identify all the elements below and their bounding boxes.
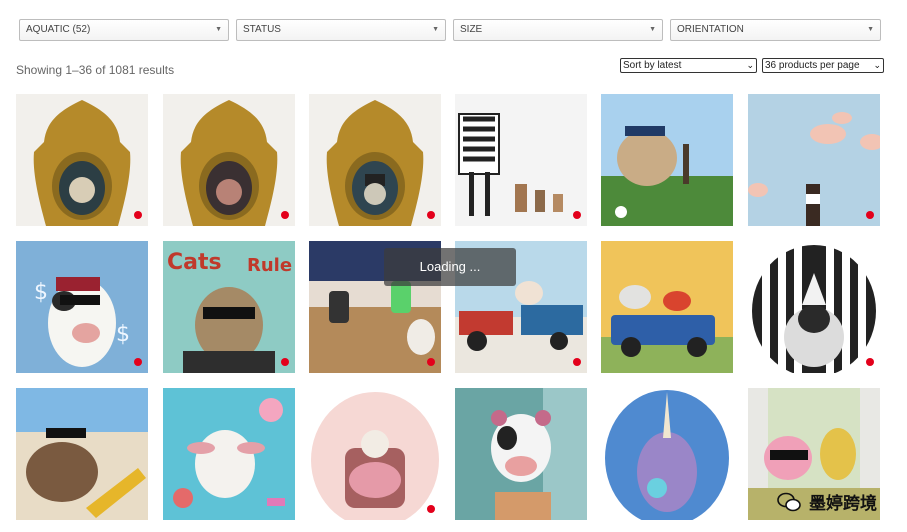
red-dot-icon	[866, 358, 874, 366]
product-card-blue-car-animals[interactable]	[601, 241, 733, 373]
product-card-cats-rule-graffiti[interactable]: Cats Rule	[163, 241, 295, 373]
red-dot-icon	[281, 211, 289, 219]
product-image: $ $	[16, 241, 148, 373]
product-image	[309, 388, 441, 520]
product-card-sky-clouds-cow[interactable]	[748, 94, 880, 226]
product-image	[601, 388, 733, 520]
svg-text:Rule: Rule	[247, 255, 292, 276]
chevron-down-icon: ▼	[432, 26, 439, 33]
product-card-bunny-ballerina[interactable]	[309, 388, 441, 520]
per-page-select-value: 36 products per page	[765, 60, 860, 71]
filter-status[interactable]: STATUS ▼	[236, 19, 446, 41]
red-dot-icon	[427, 505, 435, 513]
filter-orientation-label: ORIENTATION	[677, 24, 744, 35]
chevron-down-icon: ▼	[867, 26, 874, 33]
loading-overlay: Loading ...	[384, 248, 516, 286]
product-card-seal-sunglasses-beach[interactable]	[16, 388, 148, 520]
chevron-down-icon: ⌄	[873, 60, 881, 70]
sort-select-value: Sort by latest	[623, 60, 682, 71]
product-image: Cats Rule	[163, 241, 295, 373]
red-dot-icon	[134, 211, 142, 219]
product-image	[163, 94, 295, 226]
product-card-gilded-frame-lady[interactable]	[163, 94, 295, 226]
product-image	[601, 241, 733, 373]
svg-text:Cats: Cats	[167, 250, 222, 275]
product-card-goat-candy[interactable]	[163, 388, 295, 520]
product-image	[748, 94, 880, 226]
filter-aquatic-label: AQUATIC (52)	[26, 24, 91, 35]
product-image	[309, 94, 441, 226]
product-image	[16, 388, 148, 520]
red-dot-icon	[427, 358, 435, 366]
product-image	[455, 94, 587, 226]
watermark: 墨婷跨境	[777, 489, 877, 514]
product-card-cow-sunglasses-money[interactable]: $ $	[16, 241, 148, 373]
filter-aquatic[interactable]: AQUATIC (52) ▼	[19, 19, 229, 41]
sort-select[interactable]: Sort by latest ⌄	[620, 58, 757, 73]
product-image	[748, 241, 880, 373]
product-card-cow-curlers[interactable]	[455, 388, 587, 520]
product-card-narwhal-lollipop[interactable]	[601, 388, 733, 520]
chevron-down-icon: ⌄	[746, 60, 754, 70]
wechat-icon	[777, 492, 801, 511]
filter-size[interactable]: SIZE ▼	[453, 19, 663, 41]
filter-size-label: SIZE	[460, 24, 483, 35]
product-card-zebra-parade[interactable]	[455, 94, 587, 226]
chevron-down-icon: ▼	[215, 26, 222, 33]
product-image	[601, 94, 733, 226]
per-page-select[interactable]: 36 products per page ⌄	[762, 58, 884, 73]
product-card-gilded-frame-hedgehog[interactable]	[16, 94, 148, 226]
filter-bar: AQUATIC (52) ▼ STATUS ▼ SIZE ▼ ORIENTATI…	[19, 19, 881, 41]
product-image	[163, 388, 295, 520]
results-count: Showing 1–36 of 1081 results	[16, 63, 175, 77]
svg-text:$: $	[116, 322, 130, 347]
product-image	[16, 94, 148, 226]
product-card-gilded-frame-bird-hat[interactable]	[309, 94, 441, 226]
product-card-bulldog-golf[interactable]	[601, 94, 733, 226]
watermark-text: 墨婷跨境	[809, 494, 877, 513]
svg-text:$: $	[34, 280, 48, 305]
red-dot-icon	[134, 358, 142, 366]
filter-orientation[interactable]: ORIENTATION ▼	[670, 19, 881, 41]
chevron-down-icon: ▼	[649, 26, 656, 33]
red-dot-icon	[573, 358, 581, 366]
red-dot-icon	[427, 211, 435, 219]
product-image	[455, 388, 587, 520]
red-dot-icon	[866, 211, 874, 219]
red-dot-icon	[573, 211, 581, 219]
filter-status-label: STATUS	[243, 24, 281, 35]
red-dot-icon	[281, 358, 289, 366]
product-card-penguin-clown[interactable]	[748, 241, 880, 373]
